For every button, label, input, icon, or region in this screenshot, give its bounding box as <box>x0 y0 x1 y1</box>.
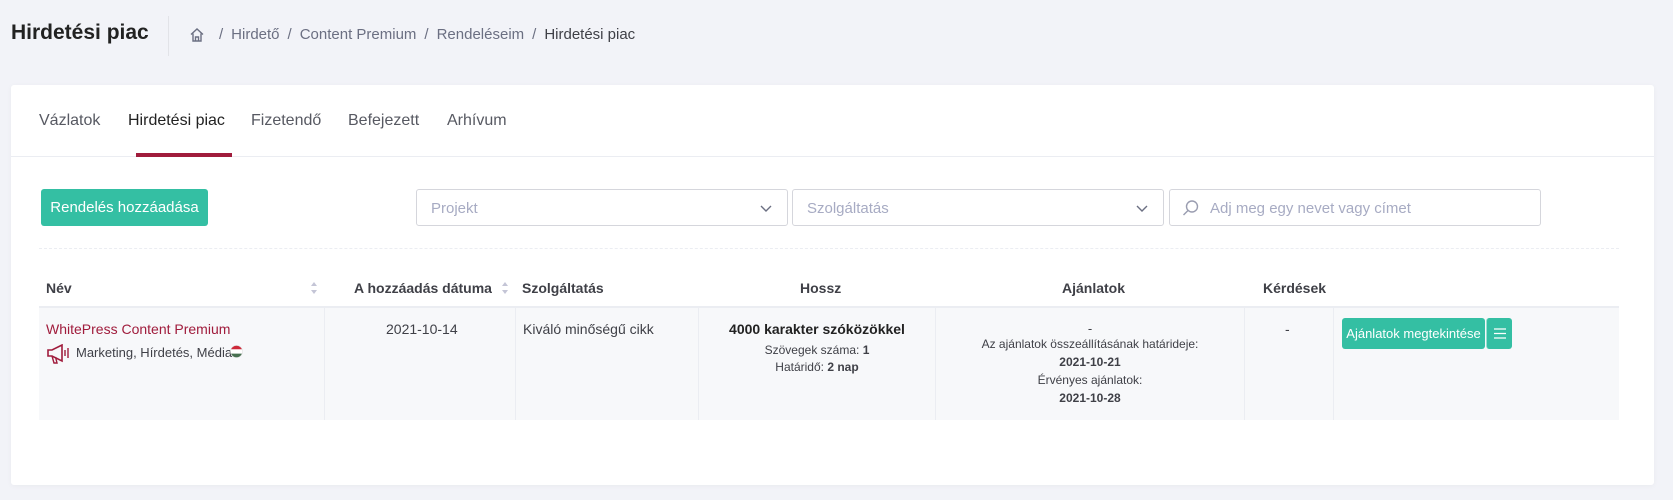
order-service: Kiváló minőségű cikk <box>523 321 654 337</box>
tab-completed[interactable]: Befejezett <box>348 112 419 130</box>
breadcrumb-separator: / <box>424 26 429 43</box>
add-order-button[interactable]: Rendelés hozzáadása <box>41 189 208 226</box>
menu-icon <box>1494 328 1506 339</box>
search-input[interactable]: Adj meg egy nevet vagy címet <box>1169 189 1541 226</box>
title-divider <box>168 16 169 56</box>
column-header-name[interactable]: Név <box>46 280 72 296</box>
questions-value: - <box>1285 321 1290 337</box>
breadcrumb-separator: / <box>532 26 537 43</box>
deadline-label: Határidő: <box>775 360 824 374</box>
breadcrumb-item-orders[interactable]: Rendeléseim <box>437 26 525 43</box>
tab-marketplace[interactable]: Hirdetési piac <box>128 112 225 130</box>
breadcrumb-item-content-premium[interactable]: Content Premium <box>300 26 417 43</box>
breadcrumb: / Hirdető / Content Premium / Rendelései… <box>189 26 635 43</box>
offers-deadline-label: Az ajánlatok összeállításának határideje… <box>981 337 1199 351</box>
divider <box>39 248 1619 249</box>
valid-offers-value: 2021-10-28 <box>1059 391 1121 405</box>
row-menu-button[interactable] <box>1486 318 1512 349</box>
column-header-length: Hossz <box>800 280 842 296</box>
breadcrumb-separator: / <box>219 26 224 43</box>
column-divider <box>1333 308 1334 420</box>
hungary-flag-icon <box>230 345 243 358</box>
service-select-placeholder: Szolgáltatás <box>807 200 889 217</box>
length-cell: 4000 karakter szóközökkel Szövegek száma… <box>699 321 935 374</box>
column-header-service: Szolgáltatás <box>522 280 604 296</box>
column-header-date[interactable]: A hozzáadás dátuma <box>354 280 492 296</box>
order-category: Marketing, Hírdetés, Média <box>76 345 233 360</box>
tab-to-pay[interactable]: Fizetendő <box>251 112 321 130</box>
active-tab-indicator <box>136 153 232 157</box>
deadline-value: 2 nap <box>827 360 859 374</box>
column-header-offers: Ajánlatok <box>1062 280 1126 296</box>
breadcrumb-item-current: Hirdetési piac <box>544 26 636 43</box>
search-icon <box>1183 200 1199 216</box>
home-icon[interactable] <box>189 27 205 43</box>
texts-count-value: 1 <box>862 343 870 357</box>
tab-drafts[interactable]: Vázlatok <box>39 112 100 130</box>
megaphone-icon <box>47 344 69 364</box>
column-header-questions: Kérdések <box>1263 280 1327 296</box>
column-divider <box>324 308 325 420</box>
sort-icon[interactable] <box>310 281 318 295</box>
valid-offers-label: Érvényes ajánlatok: <box>1037 373 1143 387</box>
main-card: Vázlatok Hirdetési piac Fizetendő Befeje… <box>11 85 1654 485</box>
sort-icon[interactable] <box>501 281 509 295</box>
deadline: Határidő: 2 nap <box>699 360 935 374</box>
breadcrumb-separator: / <box>287 26 292 43</box>
texts-count: Szövegek száma: 1 <box>699 343 935 357</box>
offers-deadline-value: 2021-10-21 <box>1059 355 1121 369</box>
texts-count-label: Szövegek száma: <box>764 343 860 357</box>
order-date: 2021-10-14 <box>386 321 458 337</box>
offers-cell: - Az ajánlatok összeállításának határide… <box>936 321 1244 405</box>
column-divider <box>515 308 516 420</box>
project-select-placeholder: Projekt <box>431 200 478 217</box>
project-select[interactable]: Projekt <box>416 189 788 226</box>
chevron-down-icon <box>1136 205 1148 212</box>
breadcrumb-item-advertiser[interactable]: Hirdető <box>231 26 279 43</box>
page-title: Hirdetési piac <box>11 21 149 44</box>
search-placeholder: Adj meg egy nevet vagy címet <box>1210 200 1411 217</box>
chevron-down-icon <box>760 205 772 212</box>
service-select[interactable]: Szolgáltatás <box>792 189 1164 226</box>
order-name-link[interactable]: WhitePress Content Premium <box>46 321 230 337</box>
column-divider <box>1244 308 1245 420</box>
view-offers-button[interactable]: Ajánlatok megtekintése <box>1342 318 1485 349</box>
offers-dash: - <box>1087 321 1093 336</box>
tab-bar: Vázlatok Hirdetési piac Fizetendő Befeje… <box>11 85 1654 157</box>
page-header: Hirdetési piac / Hirdető / Content Premi… <box>0 0 1673 72</box>
tab-archive[interactable]: Arhívum <box>447 112 507 130</box>
table-row: WhitePress Content Premium Marketing, Hí… <box>39 308 1619 420</box>
length-title: 4000 karakter szóközökkel <box>729 321 905 337</box>
